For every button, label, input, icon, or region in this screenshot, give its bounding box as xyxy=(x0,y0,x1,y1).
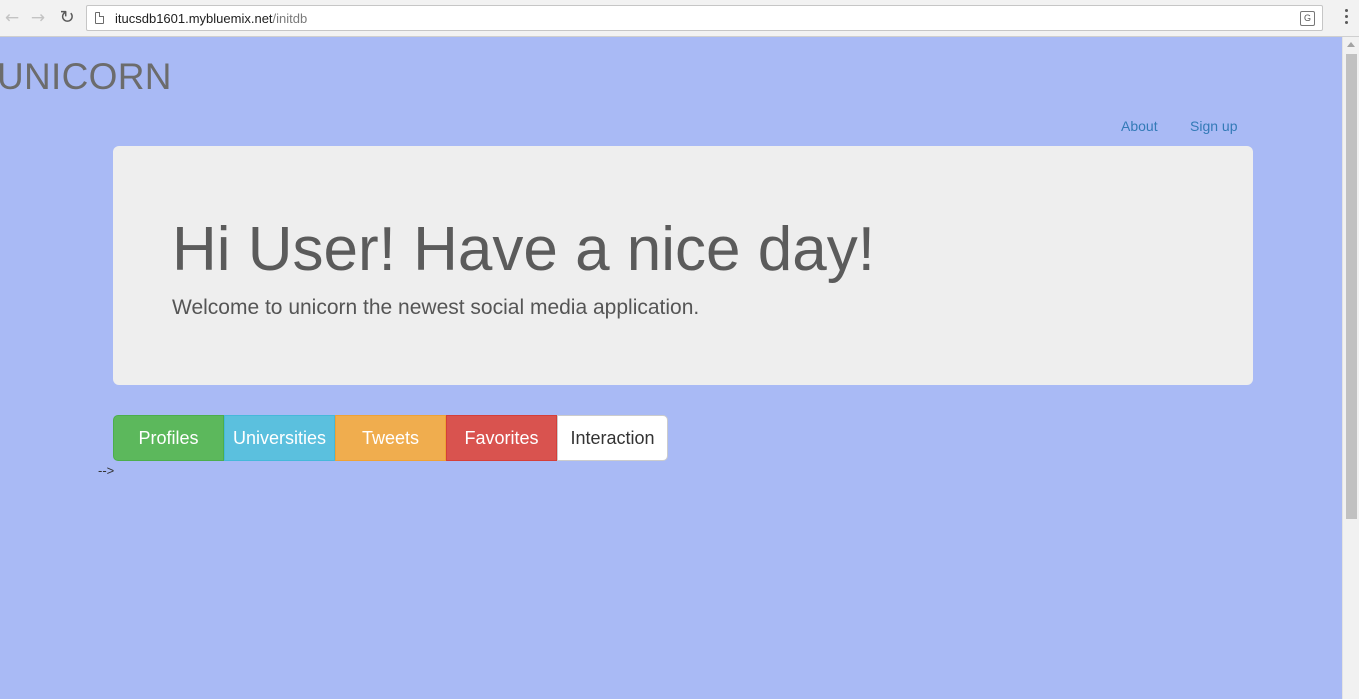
universities-button[interactable]: Universities xyxy=(224,415,335,461)
forward-arrow-icon[interactable]: → xyxy=(28,8,48,28)
back-arrow-icon[interactable]: ← xyxy=(2,8,22,28)
kebab-menu-icon[interactable] xyxy=(1345,9,1349,27)
nav-signup-link[interactable]: Sign up xyxy=(1190,118,1237,134)
jumbotron-text: Welcome to unicorn the newest social med… xyxy=(172,296,700,319)
jumbotron: Hi User! Have a nice day! Welcome to uni… xyxy=(113,146,1253,385)
scrollbar-thumb[interactable] xyxy=(1346,54,1357,519)
reload-icon[interactable]: ↻ xyxy=(57,8,77,28)
page-icon xyxy=(95,12,104,24)
section-button-group: Profiles Universities Tweets Favorites I… xyxy=(113,415,668,461)
translate-icon[interactable]: G xyxy=(1300,11,1315,26)
scroll-up-arrow-icon[interactable] xyxy=(1347,42,1355,47)
url-text[interactable]: itucsdb1601.mybluemix.net/initdb xyxy=(115,11,307,26)
jumbotron-title: Hi User! Have a nice day! xyxy=(172,215,875,284)
url-host: itucsdb1601.mybluemix.net xyxy=(115,11,273,26)
favorites-button[interactable]: Favorites xyxy=(446,415,557,461)
brand-title: UNICORN xyxy=(0,56,172,97)
address-bar[interactable]: itucsdb1601.mybluemix.net/initdb G xyxy=(86,5,1323,31)
interaction-button[interactable]: Interaction xyxy=(557,415,668,461)
stray-comment-text: --> xyxy=(98,463,115,478)
nav-about-link[interactable]: About xyxy=(1121,118,1158,134)
profiles-button[interactable]: Profiles xyxy=(113,415,224,461)
tweets-button[interactable]: Tweets xyxy=(335,415,446,461)
vertical-scrollbar[interactable] xyxy=(1342,37,1359,699)
browser-toolbar: ← → ↻ itucsdb1601.mybluemix.net/initdb G xyxy=(0,0,1359,37)
url-path: /initdb xyxy=(272,11,308,26)
